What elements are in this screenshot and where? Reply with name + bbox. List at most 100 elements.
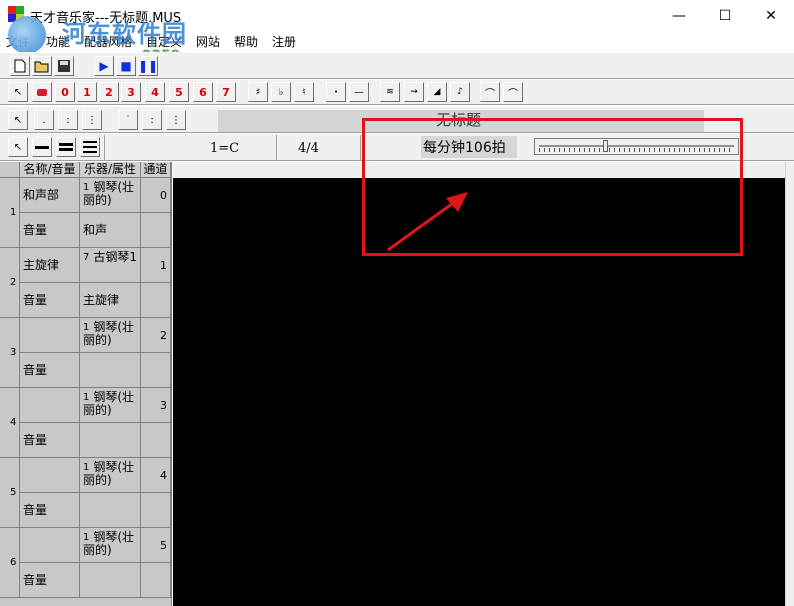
track-volume[interactable]: 音量=100 <box>20 423 80 458</box>
note-4-button[interactable]: 4 <box>145 82 165 102</box>
track-attribute[interactable] <box>80 353 141 388</box>
open-file-button[interactable] <box>32 56 52 76</box>
maximize-button[interactable]: ☐ <box>702 0 748 31</box>
track-name[interactable]: 和声部 <box>20 178 80 213</box>
track-name[interactable] <box>20 388 80 423</box>
track-instrument[interactable]: 1 钢琴(壮丽的) <box>80 528 141 563</box>
track-channel[interactable]: 3 <box>141 388 171 423</box>
track-channel-empty[interactable] <box>141 283 171 318</box>
track-name[interactable] <box>20 318 80 353</box>
pointer-tool-button[interactable]: ↖ <box>8 82 28 102</box>
sharp-button[interactable]: ♯ <box>248 82 268 102</box>
track-volume[interactable]: 音量=100 <box>20 213 80 248</box>
track-instrument[interactable]: 1 钢琴(壮丽的) <box>80 178 141 213</box>
play-icon: ▶ <box>99 59 109 73</box>
pointer-tool-button-3[interactable]: ↖ <box>8 137 28 157</box>
sixteenth-note-button[interactable]: : <box>58 110 78 130</box>
track-volume[interactable]: 音量=100 <box>20 283 80 318</box>
track-attribute[interactable] <box>80 423 141 458</box>
track-instrument[interactable]: 7 古钢琴1 <box>80 248 141 283</box>
octave-up-2-button[interactable]: : <box>142 110 162 130</box>
track-instrument[interactable]: 1 钢琴(壮丽的) <box>80 458 141 493</box>
close-button[interactable]: ✕ <box>748 0 794 31</box>
ornament-button[interactable]: ♪ <box>450 82 470 102</box>
note-7-button[interactable]: 7 <box>216 82 236 102</box>
flat-button[interactable]: ♭ <box>271 82 291 102</box>
three-dots-icon: ⋮ <box>171 114 181 126</box>
track-channel-empty[interactable] <box>141 423 171 458</box>
track-channel-empty[interactable] <box>141 213 171 248</box>
track-channel[interactable]: 1 <box>141 248 171 283</box>
track-number[interactable]: 4 <box>0 388 20 458</box>
note-toolbar: ↖ 0 1 2 3 4 5 6 7 ♯ ♭ ♮ · — ≋ ⇝ ◢ ♪ ⌒ ⌒ <box>0 79 794 105</box>
track-name[interactable] <box>20 458 80 493</box>
triple-line-button[interactable] <box>80 137 100 157</box>
key-signature[interactable]: 1=C <box>210 141 239 156</box>
track-name[interactable] <box>20 528 80 563</box>
track-volume[interactable]: 音量=100 <box>20 353 80 388</box>
track-channel[interactable]: 0 <box>141 178 171 213</box>
stop-button[interactable]: ■ <box>116 56 136 76</box>
track-channel[interactable]: 4 <box>141 458 171 493</box>
track-volume[interactable]: 音量=100 <box>20 563 80 598</box>
track-attribute[interactable] <box>80 563 141 598</box>
track-number[interactable]: 6 <box>0 528 20 598</box>
time-signature[interactable]: 4/4 <box>298 141 319 156</box>
slur-up-button[interactable]: ⌒ <box>480 82 500 102</box>
cursor-arrow-icon: ↖ <box>13 114 23 126</box>
track-number[interactable]: 1 <box>0 178 20 248</box>
track-channel-empty[interactable] <box>141 493 171 528</box>
double-bar-icon <box>59 143 73 151</box>
track-instrument[interactable]: 1 钢琴(壮丽的) <box>80 318 141 353</box>
natural-button[interactable]: ♮ <box>294 82 314 102</box>
pointer-tool-button-2[interactable]: ↖ <box>8 110 28 130</box>
double-line-button[interactable] <box>56 137 76 157</box>
track-channel[interactable]: 2 <box>141 318 171 353</box>
dash-button[interactable]: — <box>349 82 369 102</box>
note-6-button[interactable]: 6 <box>193 82 213 102</box>
note-2-button[interactable]: 2 <box>99 82 119 102</box>
octave-up-1-button[interactable]: ˙ <box>118 110 138 130</box>
track-number[interactable]: 2 <box>0 248 20 318</box>
vertical-scrollbar[interactable] <box>785 162 794 606</box>
instrument-number: 1 <box>83 462 90 473</box>
single-line-button[interactable] <box>32 137 52 157</box>
chord-button[interactable]: ≋ <box>380 82 400 102</box>
note-0-button[interactable]: 0 <box>55 82 75 102</box>
slide-button[interactable]: ⇝ <box>404 82 424 102</box>
new-file-button[interactable] <box>10 56 30 76</box>
track-attribute[interactable] <box>80 493 141 528</box>
track-channel-empty[interactable] <box>141 563 171 598</box>
track-instrument[interactable]: 1 钢琴(壮丽的) <box>80 388 141 423</box>
note-1-button[interactable]: 1 <box>77 82 97 102</box>
thirtysecond-note-button[interactable]: ⋮ <box>82 110 102 130</box>
track-name[interactable]: 主旋律 <box>20 248 80 283</box>
note-3-button[interactable]: 3 <box>121 82 141 102</box>
track-channel-empty[interactable] <box>141 353 171 388</box>
track-attribute[interactable]: 和声 <box>80 213 141 248</box>
cursor-arrow-icon: ↖ <box>13 86 23 98</box>
track-number[interactable]: 3 <box>0 318 20 388</box>
crescendo-button[interactable]: ◢ <box>427 82 447 102</box>
dot-button[interactable]: · <box>326 82 346 102</box>
octave-up-3-button[interactable]: ⋮ <box>166 110 186 130</box>
tie-icon: ⌒ <box>508 88 518 100</box>
track-volume[interactable]: 音量=100 <box>20 493 80 528</box>
eraser-button[interactable] <box>32 82 52 102</box>
track-number[interactable]: 5 <box>0 458 20 528</box>
instrument-name: 钢琴(壮丽的) <box>83 460 135 487</box>
note-5-button[interactable]: 5 <box>169 82 189 102</box>
tie-button[interactable]: ⌒ <box>503 82 523 102</box>
pause-button[interactable]: ❚❚ <box>138 56 158 76</box>
underline-dot-icon: . <box>42 114 46 126</box>
instrument-name: 钢琴(壮丽的) <box>83 180 135 207</box>
track-attribute[interactable]: 主旋律 <box>80 283 141 318</box>
menu-help[interactable]: 帮助 <box>234 33 258 50</box>
save-button[interactable] <box>54 56 74 76</box>
slide-icon: ⇝ <box>410 87 418 97</box>
menu-register[interactable]: 注册 <box>272 33 296 50</box>
track-channel[interactable]: 5 <box>141 528 171 563</box>
play-button[interactable]: ▶ <box>94 56 114 76</box>
minimize-button[interactable]: — <box>656 0 702 31</box>
eighth-note-button[interactable]: . <box>34 110 54 130</box>
